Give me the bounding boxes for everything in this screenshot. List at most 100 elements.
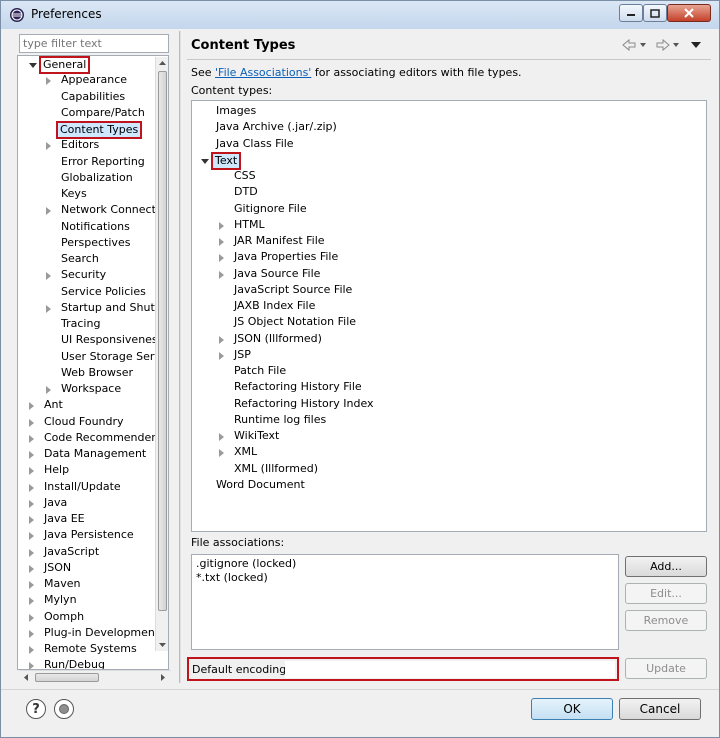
expand-arrow-icon[interactable]: [29, 646, 34, 654]
tree-item[interactable]: Globalization: [18, 171, 168, 187]
tree-vertical-scrollbar[interactable]: [155, 57, 168, 651]
scroll-thumb[interactable]: [158, 71, 167, 611]
expand-arrow-icon[interactable]: [29, 402, 34, 411]
expand-arrow-icon[interactable]: [46, 272, 51, 281]
expand-arrow-icon[interactable]: [219, 221, 224, 230]
tree-item[interactable]: Code Recommenders: [18, 431, 168, 447]
tree-item[interactable]: HTML: [192, 218, 706, 234]
tree-item[interactable]: Service Policies: [18, 285, 168, 301]
expand-arrow-icon[interactable]: [29, 499, 34, 508]
tree-item[interactable]: Oomph: [18, 610, 168, 626]
expand-arrow-icon[interactable]: [29, 613, 34, 622]
file-associations-link[interactable]: 'File Associations': [215, 66, 311, 79]
expand-arrow-icon[interactable]: [219, 449, 224, 458]
maximize-button[interactable]: [643, 4, 667, 22]
record-macro-button[interactable]: [54, 699, 74, 719]
tree-item[interactable]: Java: [18, 496, 168, 512]
remove-button[interactable]: Remove: [625, 610, 707, 631]
tree-item[interactable]: Java Source File: [192, 267, 706, 283]
tree-item[interactable]: User Storage Service: [18, 350, 168, 366]
tree-item[interactable]: CSS: [192, 169, 706, 185]
title-bar[interactable]: Preferences: [1, 1, 719, 29]
tree-item[interactable]: Capabilities: [18, 90, 168, 106]
default-encoding-input[interactable]: [285, 661, 615, 678]
tree-item[interactable]: Data Management: [18, 447, 168, 463]
tree-item[interactable]: Run/Debug: [18, 658, 168, 669]
tree-item[interactable]: UI Responsiveness M: [18, 333, 168, 349]
tree-item[interactable]: Ant: [18, 398, 168, 414]
tree-item[interactable]: Java Properties File: [192, 250, 706, 266]
collapse-arrow-icon[interactable]: [29, 63, 37, 68]
tree-item[interactable]: Cloud Foundry: [18, 415, 168, 431]
expand-arrow-icon[interactable]: [29, 564, 34, 573]
expand-arrow-icon[interactable]: [29, 451, 34, 459]
back-menu-chevron-icon[interactable]: [640, 43, 646, 47]
tree-item[interactable]: Help: [18, 463, 168, 479]
content-types-tree[interactable]: Images Java Archive (.jar/.zip) Java Class…: [191, 100, 707, 532]
tree-item[interactable]: JSON: [18, 561, 168, 577]
list-item[interactable]: .gitignore (locked): [196, 557, 296, 570]
tree-item[interactable]: Mylyn: [18, 593, 168, 609]
minimize-button[interactable]: [619, 4, 643, 22]
add-button[interactable]: Add...: [625, 556, 707, 577]
list-item[interactable]: *.txt (locked): [196, 571, 268, 584]
update-button[interactable]: Update: [625, 658, 707, 679]
tree-item[interactable]: Appearance: [18, 73, 168, 89]
scroll-thumb-horizontal[interactable]: [35, 673, 99, 682]
expand-arrow-icon[interactable]: [46, 386, 51, 394]
tree-item[interactable]: Error Reporting: [18, 155, 168, 171]
view-menu-chevron-icon[interactable]: [691, 42, 701, 48]
tree-item[interactable]: JSON (Illformed): [192, 332, 706, 348]
expand-arrow-icon[interactable]: [29, 597, 34, 606]
tree-item[interactable]: Install/Update: [18, 480, 168, 496]
tree-horizontal-scrollbar[interactable]: [19, 670, 171, 684]
tree-item[interactable]: Security: [18, 268, 168, 284]
tree-item[interactable]: Java Archive (.jar/.zip): [192, 120, 706, 136]
preference-tree[interactable]: General Appearance Capabilities Compare/Pat…: [17, 55, 169, 670]
expand-arrow-icon[interactable]: [46, 77, 51, 86]
expand-arrow-icon[interactable]: [219, 351, 224, 360]
expand-arrow-icon[interactable]: [46, 304, 51, 313]
tree-item[interactable]: Search: [18, 252, 168, 268]
expand-arrow-icon[interactable]: [219, 433, 224, 441]
forward-menu-chevron-icon[interactable]: [673, 43, 679, 47]
back-icon[interactable]: [622, 38, 636, 52]
expand-arrow-icon[interactable]: [29, 548, 34, 557]
tree-item[interactable]: Notifications: [18, 220, 168, 236]
tree-item[interactable]: Refactoring History File: [192, 380, 706, 396]
tree-item[interactable]: Java Class File: [192, 137, 706, 153]
collapse-arrow-icon[interactable]: [201, 158, 209, 164]
tree-item[interactable]: Tracing: [18, 317, 168, 333]
tree-item[interactable]: Images: [192, 104, 706, 120]
tree-item[interactable]: WikiText: [192, 429, 706, 445]
edit-button[interactable]: Edit...: [625, 583, 707, 604]
tree-item[interactable]: Runtime log files: [192, 413, 706, 429]
tree-item[interactable]: Gitignore File: [192, 202, 706, 218]
tree-item[interactable]: Maven: [18, 577, 168, 593]
tree-item[interactable]: Startup and Shutdown: [18, 301, 168, 317]
tree-item[interactable]: Patch File: [192, 364, 706, 380]
tree-item[interactable]: Workspace: [18, 382, 168, 398]
close-button[interactable]: [667, 4, 711, 22]
tree-item[interactable]: Word Document: [192, 478, 706, 494]
tree-item[interactable]: Text: [192, 151, 706, 170]
expand-arrow-icon[interactable]: [29, 581, 34, 589]
tree-item[interactable]: JSP: [192, 348, 706, 364]
tree-item[interactable]: Keys: [18, 187, 168, 203]
expand-arrow-icon[interactable]: [29, 662, 34, 669]
expand-arrow-icon[interactable]: [219, 270, 224, 279]
tree-item[interactable]: JavaScript: [18, 545, 168, 561]
tree-item[interactable]: Network Connection: [18, 203, 168, 219]
expand-arrow-icon[interactable]: [29, 467, 34, 476]
tree-item[interactable]: JS Object Notation File: [192, 315, 706, 331]
tree-item[interactable]: Compare/Patch: [18, 106, 168, 122]
expand-arrow-icon[interactable]: [29, 418, 34, 427]
filter-input[interactable]: [19, 34, 169, 53]
expand-arrow-icon[interactable]: [29, 434, 34, 443]
tree-item[interactable]: JAR Manifest File: [192, 234, 706, 250]
expand-arrow-icon[interactable]: [29, 532, 34, 541]
tree-item[interactable]: Perspectives: [18, 236, 168, 252]
tree-item[interactable]: XML (Illformed): [192, 462, 706, 478]
forward-icon[interactable]: [656, 38, 670, 52]
expand-arrow-icon[interactable]: [29, 516, 34, 524]
